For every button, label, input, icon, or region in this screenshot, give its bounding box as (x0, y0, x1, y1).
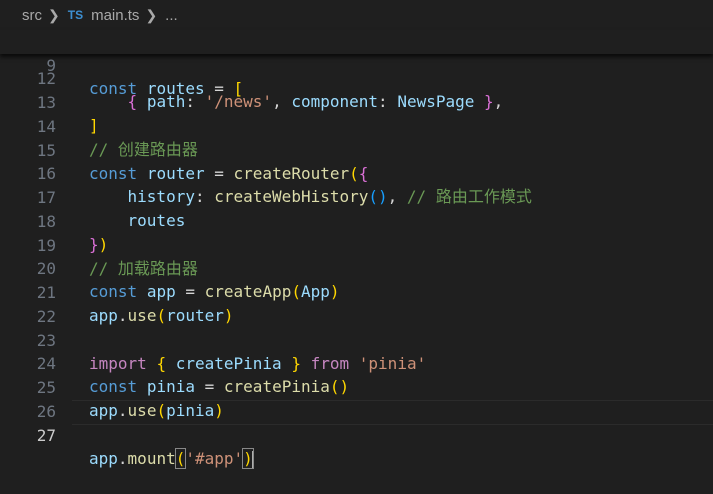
code-line: const routes = [ (89, 79, 244, 99)
code-line-row[interactable]: 16 history: createWebHistory(), // 路由工作模… (0, 138, 713, 207)
code-line-row[interactable]: 17 routes (0, 162, 713, 231)
code-line-row[interactable]: 25 app.use(pinia) (0, 352, 713, 421)
code-line-row[interactable]: 19 // 加载路由器 (0, 210, 713, 279)
typescript-file-icon: TS (67, 8, 84, 22)
line-number: 9 (46, 55, 56, 75)
code-line-row[interactable]: 23 import { createPinia } from 'pinia' (0, 305, 713, 374)
sticky-scroll-line[interactable]: 9 const routes = [ (0, 30, 713, 98)
chevron-right-icon: ❯ (48, 6, 60, 23)
code-line-row[interactable]: 20 const app = createApp(App) (0, 233, 713, 302)
breadcrumb: src ❯ TS main.ts ❯ ... (0, 0, 713, 30)
text-cursor (251, 450, 254, 469)
chevron-right-icon: ❯ (145, 6, 158, 23)
code-line-row[interactable]: 24 const pinia = createPinia() (0, 328, 713, 397)
code-line-row[interactable]: 15 const router = createRouter({ (0, 115, 713, 184)
code-line-row-active[interactable]: 27 app.mount('#app') (0, 400, 713, 470)
line-number-active: 27 (36, 425, 56, 445)
code-line-row[interactable]: 26 (0, 376, 713, 421)
breadcrumb-symbols[interactable]: ... (165, 7, 178, 24)
code-line-row[interactable]: 18 }) (0, 186, 713, 255)
code-editor[interactable]: 9 const routes = [ 12 { path: '/news', c… (0, 30, 713, 470)
breadcrumb-folder[interactable]: src (22, 7, 42, 24)
code-line-row[interactable]: 22 (0, 281, 713, 326)
code-line: app.mount('#app') (89, 448, 254, 470)
breadcrumb-file[interactable]: main.ts (91, 7, 139, 24)
code-line-row[interactable]: 21 app.use(router) (0, 257, 713, 326)
